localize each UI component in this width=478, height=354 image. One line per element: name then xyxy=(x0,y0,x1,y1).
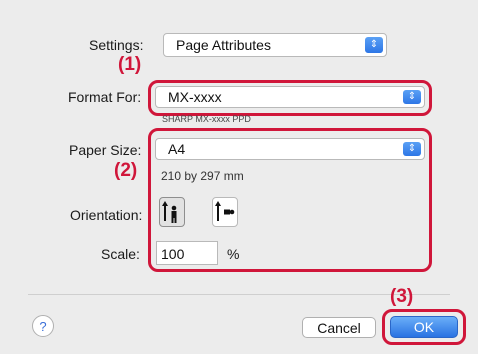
settings-label: Settings: xyxy=(89,37,144,53)
paper-size-value: A4 xyxy=(168,141,186,157)
orientation-landscape-button[interactable] xyxy=(212,197,238,227)
callout-1: (1) xyxy=(118,54,142,75)
settings-popup[interactable]: Page Attributes ⇕ xyxy=(163,33,387,57)
scale-label: Scale: xyxy=(101,246,140,262)
orientation-label: Orientation: xyxy=(70,207,143,223)
scale-input[interactable]: 100 xyxy=(156,241,218,265)
help-button[interactable]: ? xyxy=(32,315,54,337)
format-for-value: MX-xxxx xyxy=(168,89,222,105)
ok-button[interactable]: OK xyxy=(390,316,458,338)
divider xyxy=(28,294,450,295)
popup-stepper-icon: ⇕ xyxy=(365,37,383,53)
paper-size-label: Paper Size: xyxy=(69,142,142,158)
popup-stepper-icon: ⇕ xyxy=(403,142,421,156)
callout-3: (3) xyxy=(390,286,414,307)
scale-value: 100 xyxy=(161,246,185,262)
landscape-icon xyxy=(215,201,235,221)
popup-stepper-icon: ⇕ xyxy=(403,90,421,104)
format-for-subtext: SHARP MX-xxxx PPD xyxy=(162,115,251,122)
scale-unit: % xyxy=(227,246,240,262)
cancel-button[interactable]: Cancel xyxy=(302,317,376,338)
orientation-portrait-button[interactable] xyxy=(159,197,185,227)
format-for-popup[interactable]: MX-xxxx ⇕ xyxy=(155,86,425,108)
settings-value: Page Attributes xyxy=(176,37,271,53)
format-for-label: Format For: xyxy=(68,89,142,105)
portrait-icon xyxy=(162,201,177,223)
paper-size-popup[interactable]: A4 ⇕ xyxy=(155,138,425,160)
paper-dimensions: 210 by 297 mm xyxy=(161,169,244,183)
callout-2: (2) xyxy=(114,160,138,181)
